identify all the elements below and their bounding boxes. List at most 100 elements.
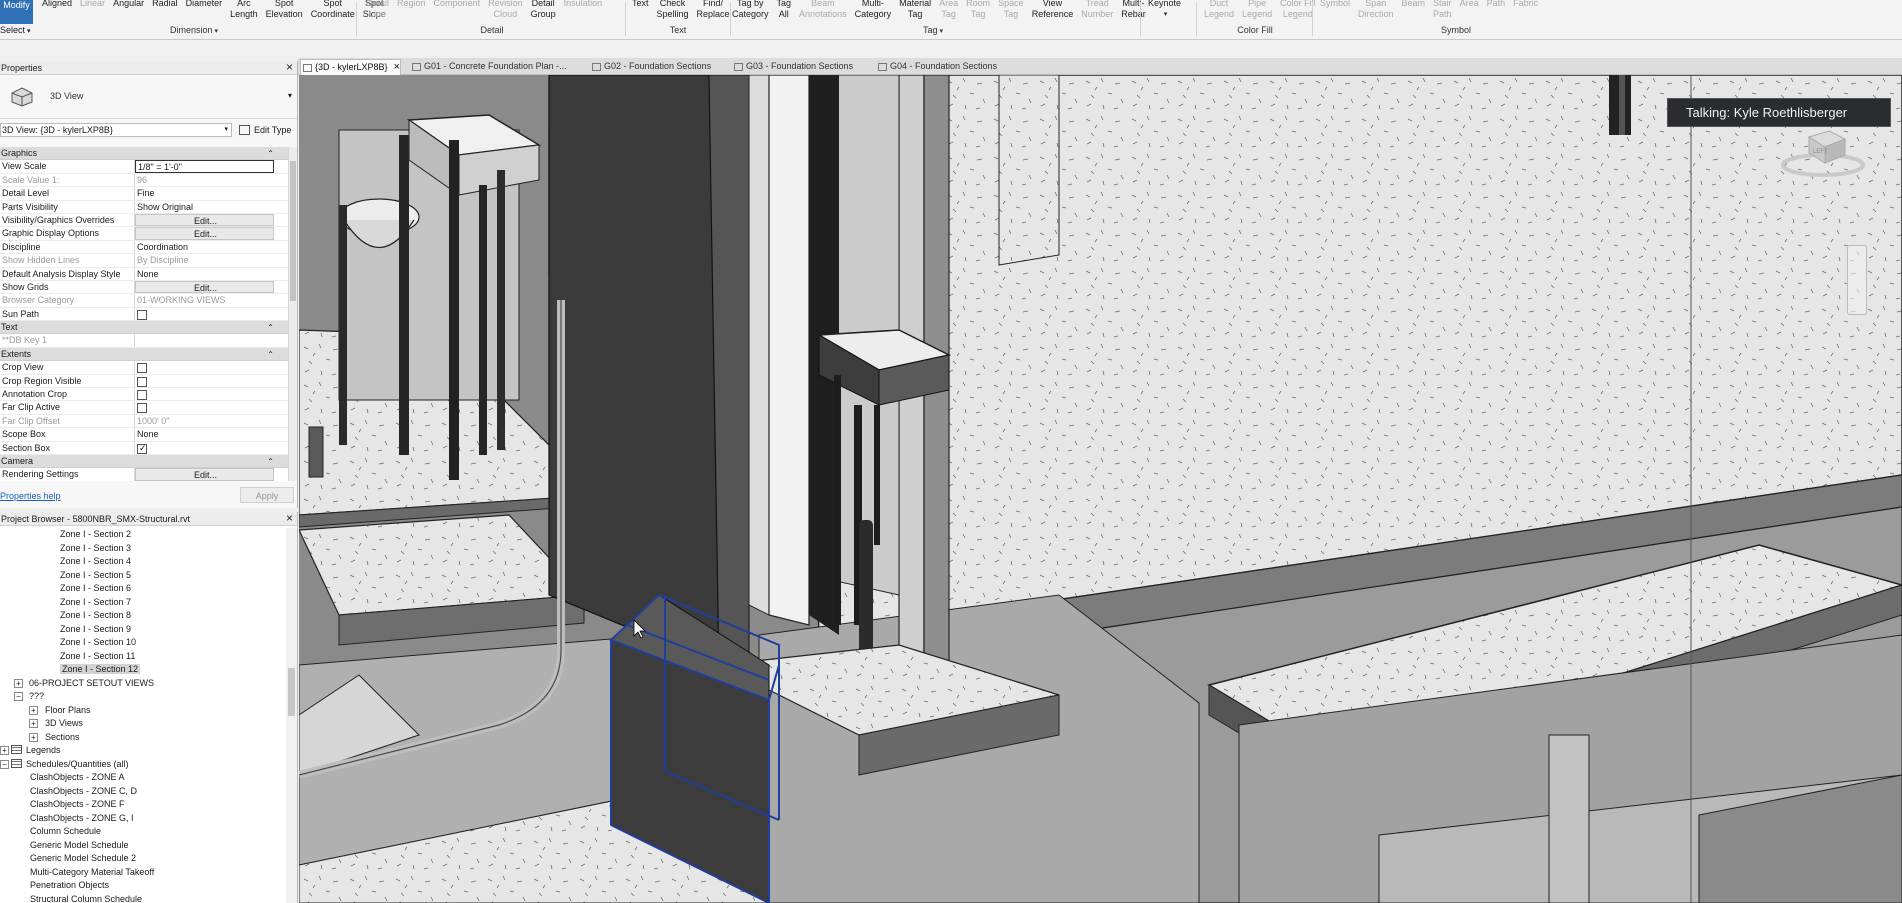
modify-button[interactable]: Modify: [0, 0, 33, 24]
view-tab[interactable]: {3D - kylerLXP8B} ×: [300, 59, 401, 75]
close-icon[interactable]: ×: [394, 61, 400, 73]
multi-category-button[interactable]: Multi- Category: [851, 0, 896, 20]
browser-item[interactable]: − Schedules/Quantities (all): [0, 758, 286, 772]
property-value[interactable]: [135, 308, 274, 320]
collapse-icon[interactable]: −: [14, 692, 23, 701]
spot-coordinate-button[interactable]: Spot Coordinate: [307, 0, 359, 20]
view-reference-button[interactable]: View Reference: [1028, 0, 1078, 20]
collapse-icon[interactable]: ⌃: [267, 147, 274, 160]
material-tag-button[interactable]: Material Tag: [895, 0, 935, 20]
checkbox[interactable]: [137, 442, 147, 454]
property-value[interactable]: Fine: [135, 187, 274, 199]
tag-by-category-button[interactable]: Tag by Category: [728, 0, 773, 20]
close-icon[interactable]: ×: [286, 512, 293, 525]
properties-scrollbar[interactable]: [288, 147, 297, 481]
view-tab[interactable]: G03 - Foundation Sections: [732, 59, 853, 75]
detail-group-button[interactable]: Detail Group: [527, 0, 560, 20]
close-icon[interactable]: ×: [286, 61, 293, 74]
angular-button[interactable]: Angular: [109, 0, 148, 20]
edit-type-button[interactable]: Edit Type: [238, 122, 291, 138]
browser-item[interactable]: ClashObjects - ZONE F: [0, 798, 286, 812]
edit-button[interactable]: Edit...: [135, 213, 274, 227]
browser-item[interactable]: Zone I - Section 5: [0, 569, 286, 583]
category-extents[interactable]: Extents ⌃: [0, 347, 288, 362]
browser-item[interactable]: + Legends: [0, 744, 286, 758]
browser-item[interactable]: Zone I - Section 8: [0, 609, 286, 623]
collapse-icon[interactable]: ⌃: [267, 321, 274, 334]
browser-item[interactable]: +06-PROJECT SETOUT VIEWS: [0, 677, 286, 691]
apply-button[interactable]: Apply: [240, 487, 294, 503]
category-text[interactable]: Text ⌃: [0, 321, 288, 335]
arc-length-button[interactable]: Arc Length: [226, 0, 262, 20]
browser-item[interactable]: Zone I - Section 11: [0, 650, 286, 664]
checkbox[interactable]: [137, 309, 147, 320]
property-value[interactable]: Show Original: [135, 201, 274, 213]
browser-item[interactable]: Zone I - Section 4: [0, 555, 286, 569]
dimension-panel-label[interactable]: Dimension ▾: [38, 25, 350, 35]
diameter-button[interactable]: Diameter: [182, 0, 227, 20]
browser-item[interactable]: Generic Model Schedule: [0, 839, 286, 853]
browser-item[interactable]: Zone I - Section 10: [0, 636, 286, 650]
browser-item[interactable]: Zone I - Section 3: [0, 542, 286, 556]
browser-item[interactable]: Zone I - Section 6: [0, 582, 286, 596]
browser-item[interactable]: +3D Views: [0, 717, 286, 731]
property-value[interactable]: [135, 401, 274, 414]
3d-model-scene[interactable]: [299, 75, 1902, 903]
tag-all-button[interactable]: Tag All: [773, 0, 796, 20]
expand-icon[interactable]: +: [29, 732, 38, 742]
radial-button[interactable]: Radial: [148, 0, 182, 20]
3d-viewport[interactable]: Talking: Kyle Roethlisberger LEFT: [299, 75, 1902, 903]
property-value[interactable]: Coordination: [135, 241, 274, 253]
browser-item[interactable]: Column Schedule: [0, 825, 286, 839]
property-value[interactable]: [135, 375, 274, 387]
browser-item[interactable]: ClashObjects - ZONE C, D: [0, 785, 286, 799]
browser-item[interactable]: + Sections: [0, 731, 286, 745]
view-instance-select[interactable]: 3D View: {3D - kylerLXP8B} ▾: [0, 123, 232, 137]
property-value[interactable]: None: [135, 268, 274, 280]
browser-item[interactable]: Zone I - Section 7: [0, 596, 286, 610]
edit-button[interactable]: Edit...: [135, 280, 274, 294]
browser-item[interactable]: Zone I - Section 9: [0, 623, 286, 637]
property-value[interactable]: [135, 442, 274, 454]
tag-panel-label[interactable]: Tag ▾: [728, 25, 1138, 35]
spot-elevation-button[interactable]: Spot Elevation: [262, 0, 307, 20]
view-tab[interactable]: G04 - Foundation Sections: [876, 59, 997, 75]
browser-item[interactable]: Generic Model Schedule 2: [0, 852, 286, 866]
checkbox[interactable]: [137, 363, 147, 374]
type-selector[interactable]: 3D View ▾: [0, 75, 297, 119]
property-value[interactable]: 1/8" = 1'-0": [135, 160, 274, 173]
browser-item[interactable]: −???: [0, 690, 286, 704]
browser-item[interactable]: Multi-Category Material Takeoff: [0, 866, 286, 880]
aligned-button[interactable]: Aligned: [38, 0, 76, 20]
property-value[interactable]: None: [135, 428, 274, 440]
viewcube[interactable]: LEFT: [1779, 115, 1867, 181]
expand-icon[interactable]: +: [14, 678, 23, 688]
collapse-icon[interactable]: −: [0, 759, 9, 769]
edit-button[interactable]: Edit...: [135, 227, 274, 240]
property-value[interactable]: [135, 388, 274, 401]
browser-item[interactable]: Zone I - Section 2: [0, 528, 286, 542]
browser-item[interactable]: ClashObjects - ZONE A: [0, 771, 286, 785]
expand-icon[interactable]: +: [29, 705, 38, 715]
navigation-bar[interactable]: [1847, 245, 1867, 315]
expand-icon[interactable]: +: [29, 719, 38, 728]
browser-scrollbar[interactable]: [286, 528, 297, 903]
collapse-icon[interactable]: ⌃: [267, 455, 274, 468]
browser-item[interactable]: Penetration Objects: [0, 879, 286, 893]
expand-icon[interactable]: +: [0, 746, 9, 755]
browser-item[interactable]: Structural Column Schedule: [0, 893, 286, 903]
text-button[interactable]: Text: [628, 0, 653, 20]
check-spelling-button[interactable]: Check Spelling: [653, 0, 693, 20]
view-tab[interactable]: G02 - Foundation Sections: [590, 59, 711, 75]
select-dropdown[interactable]: Select ▾: [0, 25, 31, 35]
properties-help-link[interactable]: Properties help: [0, 491, 61, 501]
checkbox[interactable]: [137, 390, 147, 401]
browser-item[interactable]: ClashObjects - ZONE G, I: [0, 812, 286, 826]
property-value[interactable]: [135, 361, 274, 374]
view-tab[interactable]: G01 - Concrete Foundation Plan -...: [410, 59, 567, 75]
checkbox[interactable]: [137, 376, 147, 387]
browser-item[interactable]: Zone I - Section 12: [0, 663, 286, 677]
checkbox[interactable]: [137, 403, 147, 414]
category-camera[interactable]: Camera ⌃: [0, 454, 288, 469]
collapse-icon[interactable]: ⌃: [267, 348, 274, 361]
